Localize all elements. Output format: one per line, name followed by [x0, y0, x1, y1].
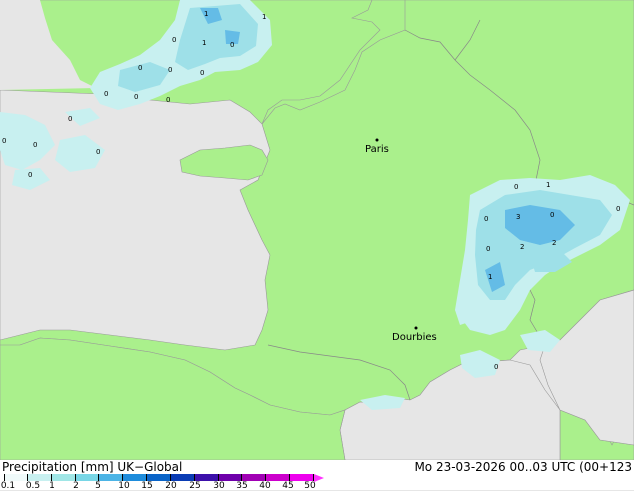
map-footer: Precipitation [mm] UK−Global Mo 23-03-20… [0, 460, 634, 491]
product-title: Precipitation [mm] UK−Global [2, 460, 183, 474]
value-label: 0 [134, 93, 138, 101]
value-label: 0 [2, 137, 6, 145]
value-label: 0 [33, 141, 37, 149]
value-label: 1 [204, 10, 208, 18]
valid-time: Mo 23-03-2026 00..03 UTC (00+123 [414, 460, 632, 474]
scale-swatch [218, 474, 243, 481]
place-label-dourbies: Dourbies [392, 332, 437, 343]
scale-swatch [75, 474, 100, 481]
value-label: 0 [230, 41, 234, 49]
scale-swatch [51, 474, 76, 481]
value-label: 1 [488, 273, 492, 281]
color-scale [4, 474, 314, 481]
scale-swatch [242, 474, 267, 481]
value-label: 1 [202, 39, 206, 47]
value-label: 0 [494, 363, 498, 371]
scale-swatch [170, 474, 195, 481]
scale-swatch [194, 474, 219, 481]
scale-swatch [147, 474, 171, 481]
value-label: 0 [616, 205, 620, 213]
place-label-paris: Paris [365, 144, 389, 155]
scale-swatch [99, 474, 124, 481]
value-label: 0 [96, 148, 100, 156]
value-label: 1 [262, 13, 266, 21]
value-label: 2 [520, 243, 524, 251]
scale-swatch [27, 474, 52, 481]
scale-swatch [4, 474, 28, 481]
value-label: 0 [200, 69, 204, 77]
place-marker [375, 138, 379, 142]
value-label: 0 [104, 90, 108, 98]
value-label: 0 [484, 215, 488, 223]
value-label: 0 [514, 183, 518, 191]
value-label: 1 [546, 181, 550, 189]
value-label: 0 [550, 211, 554, 219]
value-label: 0 [172, 36, 176, 44]
value-label: 0 [166, 96, 170, 104]
value-label: 0 [486, 245, 490, 253]
precipitation-map[interactable]: 1 1 0 1 0 0 0 0 0 0 0 0 0 0 0 0 0 1 0 3 … [0, 0, 634, 460]
value-label: 0 [68, 115, 72, 123]
value-label: 3 [516, 213, 520, 221]
value-label: 0 [28, 171, 32, 179]
place-marker [414, 326, 418, 330]
value-label: 0 [168, 66, 172, 74]
scale-swatch [290, 474, 314, 481]
scale-swatch [266, 474, 291, 481]
value-label: 2 [552, 239, 556, 247]
scale-swatch [123, 474, 148, 481]
value-label: 0 [138, 64, 142, 72]
